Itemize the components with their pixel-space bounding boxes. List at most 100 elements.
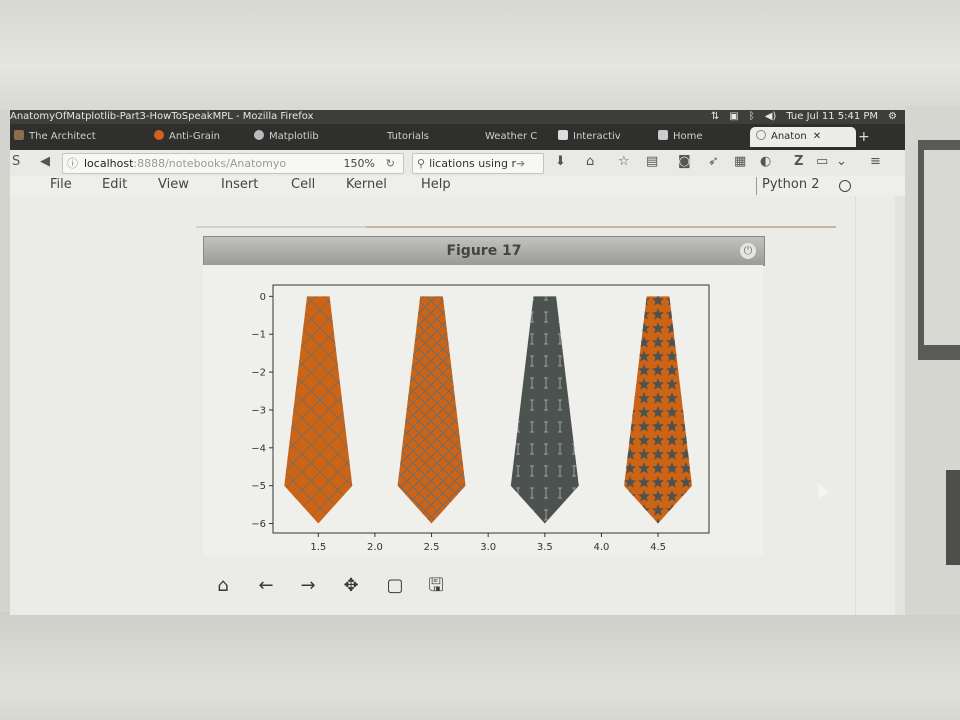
window-titlebar: AnatomyOfMatplotlib-Part3-HowToSpeakMPL …: [10, 110, 905, 124]
tab-home[interactable]: Home: [658, 127, 743, 147]
x-tick-label: 2.0: [367, 542, 383, 553]
x-tick-label: 4.5: [650, 542, 666, 553]
background-wall-top: [0, 0, 960, 110]
pocket-icon[interactable]: ◙: [678, 154, 691, 169]
y-tick-label: 0: [260, 292, 266, 303]
menu-file[interactable]: File: [50, 177, 72, 192]
zoom-level[interactable]: 150%: [344, 154, 375, 173]
page-favicon-icon: [558, 130, 568, 140]
tab-anatomy-active[interactable]: Anaton ✕: [750, 127, 856, 147]
page-favicon-icon: [372, 130, 382, 140]
tab-anti-grain[interactable]: Anti-Grain: [154, 127, 249, 147]
page-favicon-icon: [470, 130, 480, 140]
tab-label: Home: [673, 131, 703, 142]
menu-insert[interactable]: Insert: [221, 177, 258, 192]
new-tab-button[interactable]: +: [858, 127, 878, 147]
tie-chart: 1.5 2.0 2.5 3.0 3.5 4.0 4.5 0 −1 −2 −3 −4 −5 −6: [251, 284, 710, 553]
search-icon: ⚲: [417, 157, 426, 170]
x-tick-label: 3.5: [537, 542, 553, 553]
library-icon[interactable]: ▤: [646, 154, 658, 169]
page-favicon-icon: [154, 130, 164, 140]
addon-icon[interactable]: ◐: [760, 154, 771, 169]
search-text: lications using r: [429, 157, 516, 170]
close-tab-icon[interactable]: ✕: [813, 131, 821, 142]
figure-header: Figure 17 ⏻: [203, 236, 765, 266]
tab-label: Anaton: [771, 131, 807, 142]
tab-tutorials[interactable]: Tutorials: [372, 127, 462, 147]
power-menu-icon[interactable]: ⚙: [888, 110, 897, 124]
cell-border-accent: [366, 226, 836, 228]
y-tick-label: −6: [251, 519, 266, 530]
tab-weather[interactable]: Weather C: [470, 127, 555, 147]
home-view-icon[interactable]: ⌂: [210, 574, 236, 598]
volume-icon[interactable]: ◀): [765, 110, 777, 124]
bluetooth-icon[interactable]: ᛒ: [749, 110, 755, 124]
notebook-menubar: File Edit View Insert Cell Kernel Help P…: [10, 176, 905, 196]
tab-label: Tutorials: [387, 131, 429, 142]
zotero-icon[interactable]: Z: [794, 154, 803, 169]
reload-icon[interactable]: ↻: [386, 154, 395, 173]
share-icon[interactable]: ➶: [708, 154, 719, 169]
y-tick-label: −5: [251, 481, 266, 492]
tab-label: The Architect: [29, 131, 96, 142]
clock[interactable]: Tue Jul 11 5:41 PM: [786, 110, 878, 124]
kernel-name: Python 2: [762, 177, 820, 192]
search-bar[interactable]: ⚲ lications using r➔: [412, 153, 544, 174]
tab-label: Anti-Grain: [169, 131, 220, 142]
home-icon[interactable]: ⌂: [586, 154, 594, 169]
menu-kernel[interactable]: Kernel: [346, 177, 387, 192]
screenshot-icon[interactable]: ▦: [734, 154, 746, 169]
search-go-icon[interactable]: ➔: [516, 157, 525, 170]
back-arrow-icon[interactable]: ◀: [40, 154, 50, 169]
tab-label: Matplotlib: [269, 131, 319, 142]
menu-help[interactable]: Help: [421, 177, 451, 192]
url-host: localhost: [84, 157, 134, 170]
second-monitor-edge: [946, 470, 960, 565]
x-tick-label: 1.5: [310, 542, 326, 553]
tab-bar: The Architect Anti-Grain Matplotlib Tuto…: [10, 124, 905, 150]
sidebar-toggle-icon[interactable]: ▭: [816, 154, 828, 169]
power-icon[interactable]: ⏻: [740, 243, 756, 259]
figure-title: Figure 17: [446, 243, 522, 259]
system-tray: ⇅ ▣ ᛒ ◀) Tue Jul 11 5:41 PM ⚙: [711, 110, 897, 124]
kernel-divider: [756, 177, 757, 195]
overflow-chevron-icon[interactable]: ⌄: [836, 154, 847, 169]
back-view-icon[interactable]: ←: [253, 574, 279, 598]
firefox-window: AnatomyOfMatplotlib-Part3-HowToSpeakMPL …: [10, 110, 905, 615]
menu-edit[interactable]: Edit: [102, 177, 127, 192]
second-monitor-screen: [924, 150, 960, 345]
tab-interactive[interactable]: Interactiv: [558, 127, 653, 147]
tab-the-architect[interactable]: The Architect: [14, 127, 144, 147]
hamburger-menu-icon[interactable]: ≡: [870, 154, 881, 169]
save-figure-icon[interactable]: 🖫: [423, 574, 449, 598]
page-favicon-icon: [254, 130, 264, 140]
download-icon[interactable]: ⬇: [555, 154, 566, 169]
y-tick-label: −1: [251, 330, 266, 341]
y-tick-label: −2: [251, 368, 266, 379]
keyboard-icon[interactable]: ▣: [729, 110, 738, 124]
page-favicon-icon: [14, 130, 24, 140]
tab-matplotlib[interactable]: Matplotlib: [254, 127, 364, 147]
figure-canvas[interactable]: 1.5 2.0 2.5 3.0 3.5 4.0 4.5 0 −1 −2 −3 −4 −5 −6: [203, 265, 763, 555]
zoom-rect-icon[interactable]: ▢: [382, 574, 408, 598]
page-favicon-icon: [756, 130, 766, 140]
menu-cell[interactable]: Cell: [291, 177, 315, 192]
tab-label: Interactiv: [573, 131, 621, 142]
sidebar-icon[interactable]: S: [12, 154, 20, 169]
network-icon[interactable]: ⇅: [711, 110, 719, 124]
menu-view[interactable]: View: [158, 177, 189, 192]
background-wall-bottom: [0, 612, 960, 720]
navigation-toolbar: S ◀ ⓘ localhost:8888/notebooks/Anatomyo 1…: [10, 150, 905, 177]
bookmark-star-icon[interactable]: ☆: [618, 154, 630, 169]
notebook-content: Figure 17 ⏻ 1.5 2.0 2.5 3.0 3.5 4.0 4.5 …: [10, 196, 856, 615]
window-title: AnatomyOfMatplotlib-Part3-HowToSpeakMPL …: [10, 111, 314, 122]
info-icon[interactable]: ⓘ: [63, 157, 84, 170]
kernel-status-icon: [839, 180, 851, 192]
url-path: :8888/notebooks/Anatomyo: [133, 157, 287, 170]
pan-icon[interactable]: ✥: [338, 574, 364, 598]
url-bar[interactable]: ⓘ localhost:8888/notebooks/Anatomyo 150% …: [62, 153, 404, 174]
tab-label: Weather C: [485, 131, 538, 142]
page-scrollbar[interactable]: [895, 196, 905, 615]
forward-view-icon[interactable]: →: [295, 574, 321, 598]
x-tick-label: 2.5: [424, 542, 440, 553]
